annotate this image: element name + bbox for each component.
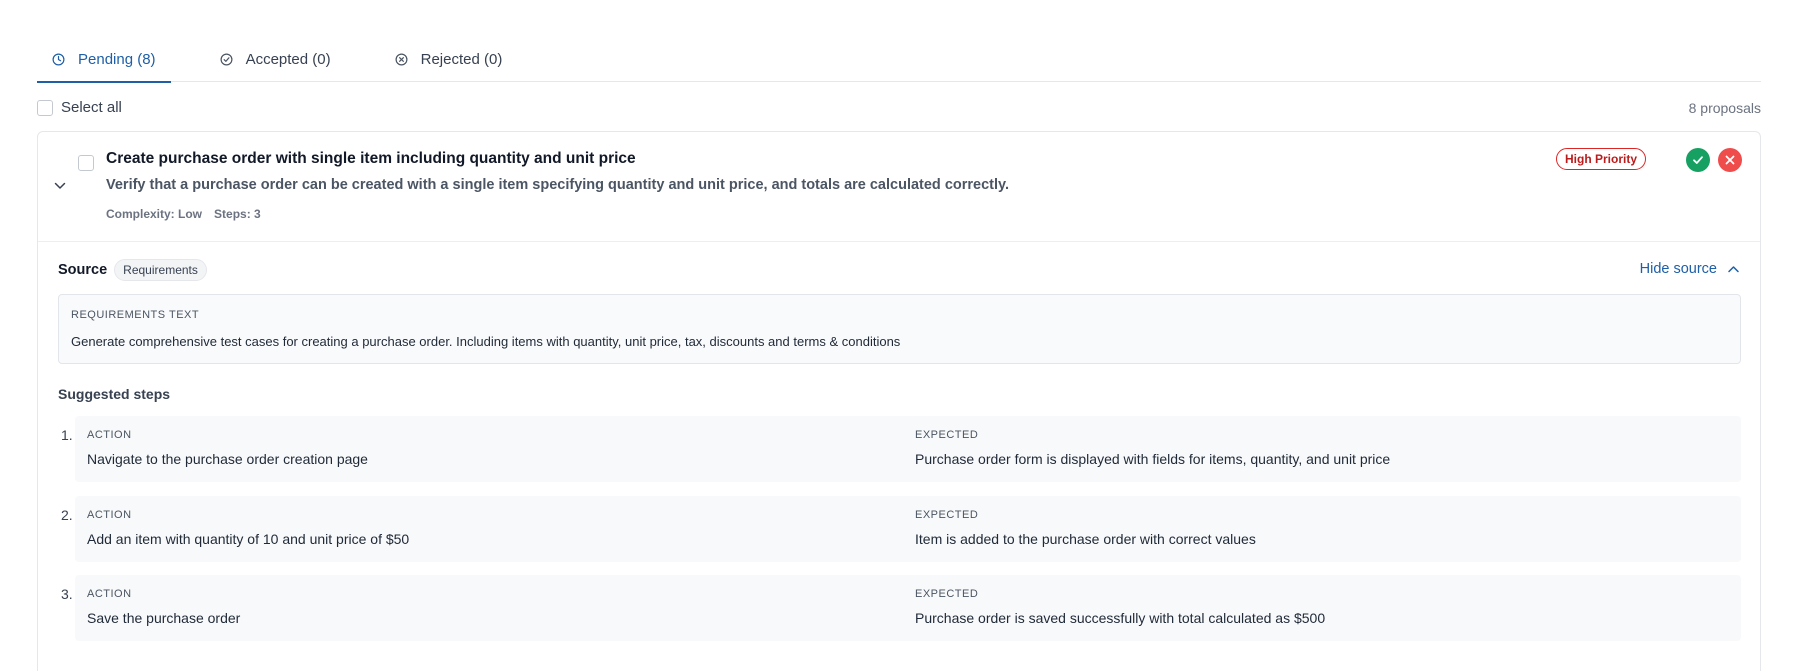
tab-pending[interactable]: Pending (8): [37, 36, 171, 83]
action-label: ACTION: [87, 429, 132, 441]
check-icon: [1693, 156, 1703, 164]
complexity-label: Complexity: Low: [106, 207, 203, 221]
requirements-text: Generate comprehensive test cases for cr…: [71, 334, 901, 349]
expected-label: EXPECTED: [915, 588, 979, 600]
step-box: ACTION Save the purchase order EXPECTED …: [75, 575, 1741, 641]
hide-source-label: Hide source: [1639, 261, 1717, 277]
chevron-up-icon: [1728, 265, 1739, 272]
requirements-label: REQUIREMENTS TEXT: [71, 309, 200, 321]
step-expected: Item is added to the purchase order with…: [915, 531, 1256, 547]
x-circle-icon: [395, 53, 408, 65]
accept-button[interactable]: [1686, 148, 1710, 172]
tab-rejected-label: Rejected (0): [420, 50, 503, 68]
source-type-chip: Requirements: [114, 259, 207, 281]
close-icon: [1725, 155, 1735, 165]
action-label: ACTION: [87, 588, 132, 600]
step-box: ACTION Add an item with quantity of 10 a…: [75, 496, 1741, 562]
tab-accepted[interactable]: Accepted (0): [205, 36, 346, 82]
steps-count-label: Steps: 3: [214, 207, 261, 221]
source-row: Source Requirements: [58, 259, 207, 281]
select-all-row: Select all: [37, 99, 122, 116]
step-box: ACTION Navigate to the purchase order cr…: [75, 416, 1741, 482]
tab-rejected[interactable]: Rejected (0): [380, 36, 518, 82]
proposal-title: Create purchase order with single item i…: [106, 150, 636, 167]
select-all-label: Select all: [61, 99, 122, 116]
chevron-down-icon[interactable]: [53, 179, 67, 193]
action-label: ACTION: [87, 509, 132, 521]
check-circle-icon: [220, 53, 233, 65]
select-all-checkbox[interactable]: [37, 99, 53, 116]
proposal-description: Verify that a purchase order can be crea…: [106, 177, 1010, 193]
hide-source-button[interactable]: Hide source: [1640, 261, 1740, 277]
proposal-header: Create purchase order with single item i…: [38, 132, 1760, 242]
step-expected: Purchase order form is displayed with fi…: [915, 451, 1391, 467]
suggested-steps-title: Suggested steps: [58, 386, 171, 402]
proposal-count: 8 proposals: [1688, 100, 1761, 116]
step-expected: Purchase order is saved successfully wit…: [915, 610, 1326, 626]
expected-label: EXPECTED: [915, 509, 979, 521]
step-number: 2.: [61, 507, 73, 523]
requirements-box: REQUIREMENTS TEXT Generate comprehensive…: [58, 294, 1741, 364]
source-label: Source: [58, 262, 108, 278]
step-item: 2. ACTION Add an item with quantity of 1…: [58, 496, 1741, 562]
expected-label: EXPECTED: [915, 429, 979, 441]
proposal-card: Create purchase order with single item i…: [37, 131, 1761, 671]
step-action: Save the purchase order: [87, 610, 241, 626]
proposal-meta: Complexity: Low Steps: 3: [106, 207, 261, 221]
step-number: 3.: [61, 586, 73, 602]
reject-button[interactable]: [1718, 148, 1742, 172]
proposal-checkbox[interactable]: [78, 155, 94, 171]
step-number: 1.: [61, 427, 73, 443]
clock-icon: [52, 53, 65, 65]
step-action: Navigate to the purchase order creation …: [87, 451, 368, 467]
tab-accepted-label: Accepted (0): [245, 50, 331, 68]
step-item: 1. ACTION Navigate to the purchase order…: [58, 416, 1741, 482]
tab-bar: Pending (8) Accepted (0) Rejected (0): [37, 36, 1761, 83]
step-action: Add an item with quantity of 10 and unit…: [87, 531, 410, 547]
step-item: 3. ACTION Save the purchase order EXPECT…: [58, 575, 1741, 641]
priority-badge: High Priority: [1556, 148, 1647, 170]
tab-pending-label: Pending (8): [78, 50, 156, 68]
